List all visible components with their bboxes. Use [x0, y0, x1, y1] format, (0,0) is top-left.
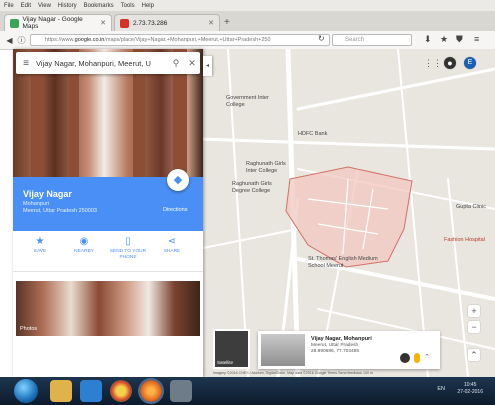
map-label-hdfc[interactable]: HDFC Bank [298, 131, 327, 138]
chrome-icon[interactable] [110, 380, 132, 402]
zoom-out-icon[interactable]: − [468, 321, 480, 333]
menu-bar: File Edit View History Bookmarks Tools H… [0, 0, 495, 11]
place-actions: ★ SAVE ◉ NEARBY ▯ SEND TO YOUR PHONE ⋖ S… [13, 235, 203, 271]
download-icon[interactable]: ⬇ [424, 34, 432, 45]
help-icon[interactable] [400, 353, 410, 363]
nav-bar: ◀ ⓘ https://www.google.co.in/maps/place/… [0, 31, 495, 50]
card-subtitle: Meerut, Uttar Pradesh 28.990686, 77.7034… [311, 343, 360, 354]
start-button[interactable] [14, 379, 38, 403]
pegman-icon[interactable] [414, 353, 420, 363]
search-input[interactable]: Search [332, 34, 412, 46]
menu-bookmarks[interactable]: Bookmarks [84, 3, 114, 9]
menu-edit[interactable]: Edit [21, 3, 31, 9]
directions-label[interactable]: Directions [163, 207, 187, 213]
bookmark-icon[interactable]: ★ [440, 34, 448, 45]
nearby-button[interactable]: ◉ NEARBY [64, 235, 104, 255]
shield-icon[interactable]: ⛊ [456, 34, 463, 45]
menu-view[interactable]: View [38, 3, 51, 9]
save-button[interactable]: ★ SAVE [20, 235, 60, 255]
map-label-fashion[interactable]: Fashion Hospital [444, 237, 485, 244]
zoom-in-icon[interactable]: + [468, 305, 480, 317]
notifications-icon[interactable]: ● [444, 57, 456, 69]
place-info-band: Vijay Nagar Mohanpuri Meerut, Uttar Prad… [13, 169, 203, 231]
satellite-toggle[interactable]: Satellite [213, 329, 250, 369]
nearby-icon: ◉ [79, 236, 89, 247]
card-title: Vijay Nagar, Mohanpuri [311, 336, 372, 342]
language-indicator[interactable]: EN [437, 386, 445, 392]
place-panel: ≡ Vijay Nagar, Mohanpuri, Meerut, U ⚲ ✕ … [13, 49, 203, 377]
menu-icon[interactable]: ≡ [474, 34, 479, 44]
share-icon: ⋖ [167, 236, 177, 247]
internet-explorer-icon[interactable] [80, 380, 102, 402]
close-tab-icon[interactable]: ✕ [100, 19, 106, 27]
menu-history[interactable]: History [58, 3, 77, 9]
map-canvas[interactable]: Government Inter College HDFC Bank Raghu… [198, 49, 495, 377]
search-icon[interactable]: ⚲ [168, 58, 184, 69]
tab-title: Vijay Nagar - Google Maps [22, 16, 83, 30]
back-icon[interactable]: ◀ [4, 35, 15, 46]
satellite-label: Satellite [217, 360, 234, 365]
share-button[interactable]: ⋖ SHARE [152, 235, 192, 255]
close-tab-icon[interactable]: ✕ [208, 19, 214, 27]
chevron-left-icon: ◂ [205, 63, 209, 69]
map-label-gupta[interactable]: Gupta Clinic [456, 204, 486, 211]
maps-favicon-icon [10, 18, 19, 28]
collapse-panel-button[interactable]: ◂ [203, 56, 212, 76]
compass-icon[interactable]: ⌃ [468, 349, 480, 361]
clock-date: 27-02-2016 [457, 389, 483, 395]
tab-second[interactable]: 2.73.73.286 ✕ [114, 14, 220, 31]
apps-grid-icon[interactable]: ⋮⋮ [424, 57, 442, 69]
reload-icon[interactable]: ↻ [318, 34, 325, 43]
send-to-phone-button[interactable]: ▯ SEND TO YOUR PHONE [108, 235, 148, 261]
divider [13, 271, 203, 272]
place-summary-card[interactable]: Vijay Nagar, Mohanpuri Meerut, Uttar Pra… [258, 331, 440, 369]
info-icon[interactable]: ⓘ [16, 35, 27, 46]
app-icon[interactable] [170, 380, 192, 402]
directions-button[interactable]: ◆ [167, 169, 189, 191]
tab-google-maps[interactable]: Vijay Nagar - Google Maps ✕ [4, 14, 112, 31]
menu-file[interactable]: File [4, 3, 14, 9]
map-label-raghunath-inter[interactable]: Raghunath Girls Inter College [246, 161, 296, 174]
map-label-raghunath-degree[interactable]: Raghunath Girls Degree College [232, 181, 290, 194]
account-avatar[interactable]: E [464, 57, 476, 69]
map-label-st-thomas[interactable]: St. Thomas' English Medium School Meerut [308, 256, 378, 269]
file-explorer-icon[interactable] [50, 380, 72, 402]
place-address: Mohanpuri Meerut, Uttar Pradesh 250003 [23, 201, 97, 214]
close-icon[interactable]: ✕ [184, 58, 200, 69]
maps-search-bar[interactable]: ≡ Vijay Nagar, Mohanpuri, Meerut, U ⚲ ✕ [16, 52, 200, 74]
clock-time: 10:45 [463, 382, 477, 388]
search-input[interactable]: Vijay Nagar, Mohanpuri, Meerut, U [36, 59, 168, 68]
firefox-icon[interactable] [140, 380, 162, 402]
directions-icon: ◆ [173, 174, 183, 186]
tab-bar: Vijay Nagar - Google Maps ✕ 2.73.73.286 … [0, 11, 495, 31]
map-label-govt[interactable]: Government Inter College [226, 95, 278, 108]
street-view-thumbnail[interactable] [261, 334, 305, 366]
tab-title: 2.73.73.286 [133, 19, 168, 27]
expand-icon[interactable]: ⌃ [424, 353, 430, 361]
star-icon: ★ [35, 236, 45, 247]
menu-help[interactable]: Help [142, 3, 154, 9]
new-tab-icon[interactable]: + [224, 17, 230, 28]
system-tray[interactable]: 10:45 27-02-2016 [457, 382, 483, 396]
photos-label: Photos [20, 326, 38, 332]
url-field[interactable]: https://www.google.co.in/maps/place/Vija… [30, 34, 330, 46]
taskbar: 10:45 27-02-2016 EN [0, 377, 495, 405]
photos-strip[interactable]: Photos [16, 281, 200, 336]
site-favicon-icon [120, 18, 129, 28]
place-title: Vijay Nagar [23, 189, 72, 199]
menu-tools[interactable]: Tools [121, 3, 135, 9]
send-to-phone-icon: ▯ [125, 236, 131, 247]
hamburger-menu-icon[interactable]: ≡ [16, 58, 36, 69]
